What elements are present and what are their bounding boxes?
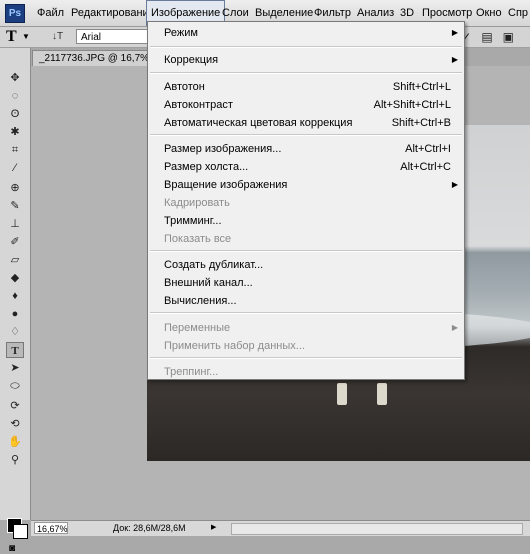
document-tab[interactable]: _2117736.JPG @ 16,7% (RG — [32, 50, 150, 66]
photo-figure-left — [337, 383, 347, 405]
menu-item-label: Переменные — [164, 322, 231, 334]
menu-item-calculations[interactable]: Вычисления... — [148, 292, 464, 310]
menu-item-label: Автоконтраст — [164, 99, 233, 111]
menu-item-shortcut: Alt+Ctrl+C — [400, 161, 451, 173]
menu-item-label: Автотон — [164, 81, 205, 93]
menu-separator — [150, 72, 462, 74]
menu-item-adjustments[interactable]: Коррекция ▶ — [148, 51, 464, 69]
magic-wand-tool-icon[interactable]: ✱ — [6, 124, 24, 140]
menu-item-canvas-size[interactable]: Размер холста... Alt+Ctrl+C — [148, 158, 464, 176]
menu-item-shortcut: Alt+Ctrl+I — [405, 143, 451, 155]
menu-item-variables[interactable]: Переменные ▶ — [148, 319, 464, 337]
menu-file[interactable]: Файл — [37, 0, 64, 26]
background-color-swatch[interactable] — [13, 524, 28, 539]
clone-stamp-tool-icon[interactable]: ⊥ — [6, 216, 24, 232]
type-tool-preset[interactable]: T — [6, 27, 17, 47]
menu-item-label: Внешний канал... — [164, 277, 253, 289]
chevron-down-icon[interactable]: ▼ — [22, 27, 30, 47]
type-tool-icon[interactable]: T — [6, 342, 24, 358]
eraser-tool-icon[interactable]: ▱ — [6, 252, 24, 268]
doc-size-info[interactable]: Док: 28,6M/28,6M — [113, 521, 186, 535]
menu-item-label: Применить набор данных... — [164, 340, 305, 352]
menu-item-image-size[interactable]: Размер изображения... Alt+Ctrl+I — [148, 140, 464, 158]
menu-item-mode[interactable]: Режим ▶ — [148, 24, 464, 42]
menu-item-shortcut: Shift+Ctrl+B — [391, 117, 451, 129]
font-family-field[interactable]: Arial — [76, 29, 148, 44]
menu-item-label: Коррекция — [164, 54, 219, 66]
menu-item-label: Вычисления... — [164, 295, 237, 307]
history-brush-tool-icon[interactable]: ✐ — [6, 234, 24, 250]
menu-item-label: Показать все — [164, 233, 232, 245]
menu-item-shortcut: Alt+Shift+Ctrl+L — [373, 99, 451, 111]
menu-item-apply-data-set[interactable]: Применить набор данных... — [148, 337, 464, 355]
menu-item-crop[interactable]: Кадрировать — [148, 194, 464, 212]
healing-brush-tool-icon[interactable]: ⊕ — [6, 180, 24, 196]
move-tool-icon[interactable]: ✥ — [6, 70, 24, 86]
dodge-tool-icon[interactable]: ● — [6, 306, 24, 322]
options-right-icons: ✓▤▣ — [461, 30, 524, 44]
pen-tool-icon[interactable]: ♢ — [6, 324, 24, 340]
menu-item-label: Треппинг... — [164, 366, 219, 378]
eyedropper-tool-icon[interactable]: ⁄ — [6, 160, 24, 176]
status-menu-arrow-icon[interactable]: ▶ — [211, 521, 216, 535]
menu-item-duplicate[interactable]: Создать дубликат... — [148, 256, 464, 274]
text-orientation-icon[interactable]: ↓T — [52, 27, 63, 47]
menu-item-auto-contrast[interactable]: Автоконтраст Alt+Shift+Ctrl+L — [148, 96, 464, 114]
quick-mask-icon[interactable]: ◙ — [9, 543, 15, 554]
hand-tool-icon[interactable]: ✋ — [6, 434, 24, 450]
menu-separator — [150, 46, 462, 48]
crop-tool-icon[interactable]: ⌗ — [6, 142, 24, 158]
3d-orbit-tool-icon[interactable]: ⟲ — [6, 416, 24, 432]
lasso-tool-icon[interactable]: ʘ — [6, 106, 24, 122]
menu-item-trim[interactable]: Тримминг... — [148, 212, 464, 230]
photo-figure-right — [377, 383, 387, 405]
blur-tool-icon[interactable]: ♦ — [6, 288, 24, 304]
menu-item-label: Создать дубликат... — [164, 259, 264, 271]
submenu-arrow-icon: ▶ — [451, 323, 458, 332]
menu-item-trap[interactable]: Треппинг... — [148, 363, 464, 381]
menu-item-image-rotation[interactable]: Вращение изображения ▶ — [148, 176, 464, 194]
menu-item-label: Кадрировать — [164, 197, 230, 209]
menu-separator — [150, 357, 462, 359]
menu-item-label: Вращение изображения — [164, 179, 288, 191]
menu-separator — [150, 312, 462, 314]
menu-item-apply-image[interactable]: Внешний канал... — [148, 274, 464, 292]
paint-bucket-tool-icon[interactable]: ◆ — [6, 270, 24, 286]
toolbox: ✥ ◌ ʘ ✱ ⌗ ⁄ ⊕ ✎ ⊥ ✐ ▱ ◆ ♦ ● ♢ T ➤ ⬭ ⟳ ⟲ … — [0, 48, 31, 554]
menu-separator — [150, 134, 462, 136]
zoom-field[interactable]: 16,67% — [34, 522, 68, 534]
menu-item-label: Размер холста... — [164, 161, 249, 173]
menu-item-reveal-all[interactable]: Показать все — [148, 230, 464, 248]
brush-tool-icon[interactable]: ✎ — [6, 198, 24, 214]
menu-window[interactable]: Окно — [476, 0, 502, 26]
zoom-tool-icon[interactable]: ⚲ — [6, 452, 24, 468]
submenu-arrow-icon: ▶ — [451, 28, 458, 37]
submenu-arrow-icon: ▶ — [451, 55, 458, 64]
submenu-arrow-icon: ▶ — [451, 180, 458, 189]
horizontal-scrollbar[interactable] — [231, 523, 523, 535]
menu-item-shortcut: Shift+Ctrl+L — [392, 81, 451, 93]
marquee-tool-icon[interactable]: ◌ — [6, 88, 24, 104]
menu-item-auto-tone[interactable]: Автотон Shift+Ctrl+L — [148, 78, 464, 96]
shape-tool-icon[interactable]: ⬭ — [6, 378, 24, 394]
3d-rotate-tool-icon[interactable]: ⟳ — [6, 398, 24, 414]
status-bar: 16,67% Док: 28,6M/28,6M ▶ — [31, 520, 530, 536]
menu-edit[interactable]: Редактирование — [71, 0, 155, 26]
photoshop-logo-icon: Ps — [5, 4, 25, 23]
menu-item-auto-color[interactable]: Автоматическая цветовая коррекция Shift+… — [148, 114, 464, 132]
path-selection-tool-icon[interactable]: ➤ — [6, 360, 24, 376]
menu-item-label: Размер изображения... — [164, 143, 282, 155]
menu-separator — [150, 250, 462, 252]
image-menu-dropdown: Режим ▶ Коррекция ▶ Автотон Shift+Ctrl+L… — [147, 21, 465, 380]
menu-item-label: Режим — [164, 27, 198, 39]
menu-item-label: Автоматическая цветовая коррекция — [164, 117, 353, 129]
menu-item-label: Тримминг... — [164, 215, 222, 227]
menu-help[interactable]: Спр — [508, 0, 528, 26]
